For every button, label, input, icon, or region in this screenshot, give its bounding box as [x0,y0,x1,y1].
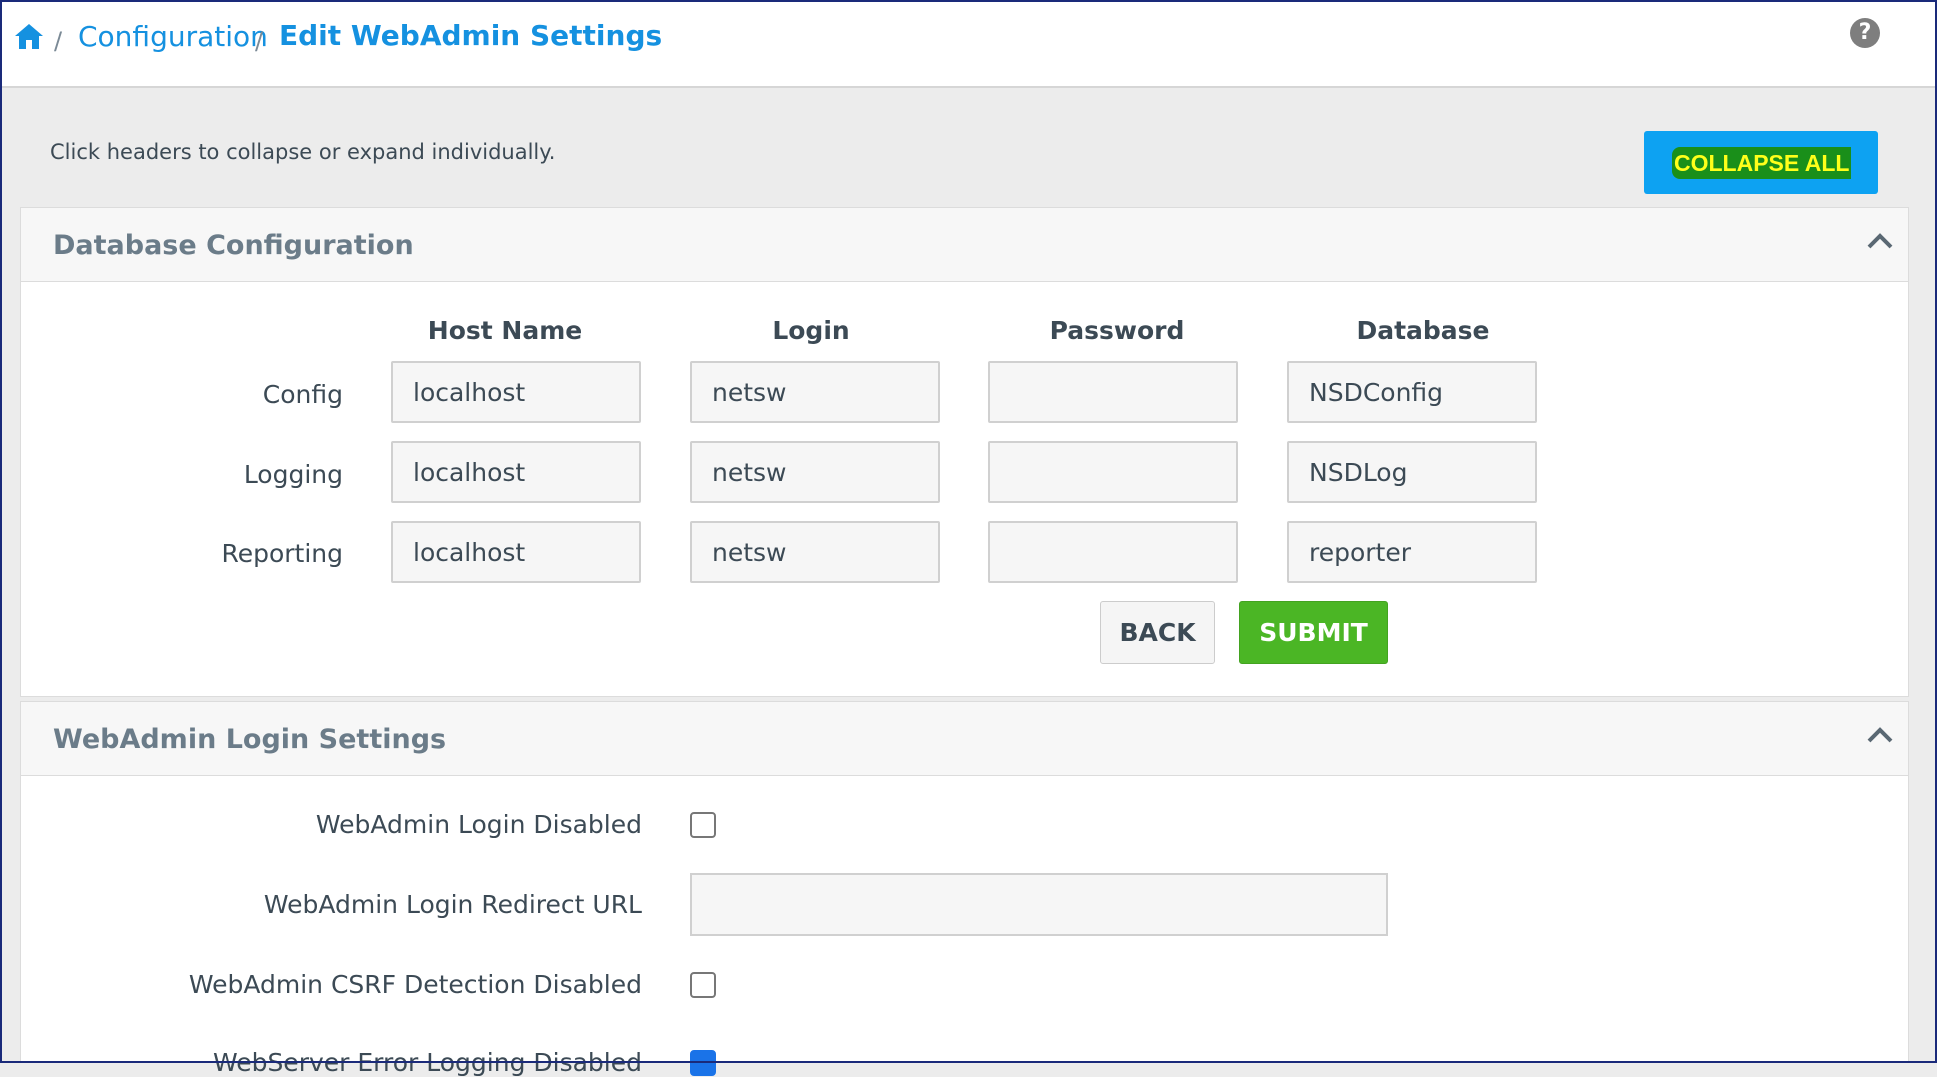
row-label-logging: Logging [243,460,343,489]
reporting-database-input[interactable] [1287,521,1537,583]
column-header-password: Password [1049,316,1185,345]
home-icon[interactable] [14,22,44,50]
config-login-input[interactable] [690,361,940,423]
logging-password-input[interactable] [988,441,1238,503]
logging-login-input[interactable] [690,441,940,503]
breadcrumb-separator: / [54,27,63,55]
submit-button[interactable]: SUBMIT [1239,601,1388,664]
collapse-hint: Click headers to collapse or expand indi… [50,140,556,164]
webadmin-login-settings-header[interactable]: WebAdmin Login Settings [21,702,1908,776]
breadcrumb-configuration-link[interactable]: Configuration [78,20,268,53]
chevron-up-icon[interactable] [1866,724,1894,744]
login-disabled-label: WebAdmin Login Disabled [315,810,642,839]
logging-host-input[interactable] [391,441,641,503]
column-header-host-name: Host Name [427,316,583,345]
csrf-disabled-checkbox[interactable] [690,972,716,998]
question-circle-icon[interactable]: ? [1850,18,1880,48]
back-button[interactable]: BACK [1100,601,1215,664]
panel-title: Database Configuration [53,230,414,261]
csrf-disabled-label: WebAdmin CSRF Detection Disabled [188,970,642,999]
database-configuration-header[interactable]: Database Configuration [21,208,1908,282]
config-password-input[interactable] [988,361,1238,423]
database-configuration-panel: Database Configuration [20,207,1909,697]
row-label-reporting: Reporting [221,539,343,568]
column-header-login: Login [772,316,850,345]
column-header-database: Database [1356,316,1490,345]
top-bar: / Configuration / Edit WebAdmin Settings… [0,0,1937,88]
row-label-config: Config [262,380,343,409]
collapse-all-label: COLLAPSE ALL [1672,147,1852,179]
chevron-up-icon[interactable] [1866,230,1894,250]
redirect-url-input[interactable] [690,873,1388,936]
reporting-login-input[interactable] [690,521,940,583]
page-title: Edit WebAdmin Settings [279,19,663,52]
logging-database-input[interactable] [1287,441,1537,503]
config-database-input[interactable] [1287,361,1537,423]
error-logging-disabled-checkbox[interactable] [690,1050,716,1076]
reporting-password-input[interactable] [988,521,1238,583]
breadcrumb-separator: / [255,27,264,55]
config-host-input[interactable] [391,361,641,423]
login-disabled-checkbox[interactable] [690,812,716,838]
collapse-all-button[interactable]: COLLAPSE ALL [1644,131,1878,194]
redirect-url-label: WebAdmin Login Redirect URL [263,890,642,919]
panel-title: WebAdmin Login Settings [53,724,447,755]
reporting-host-input[interactable] [391,521,641,583]
